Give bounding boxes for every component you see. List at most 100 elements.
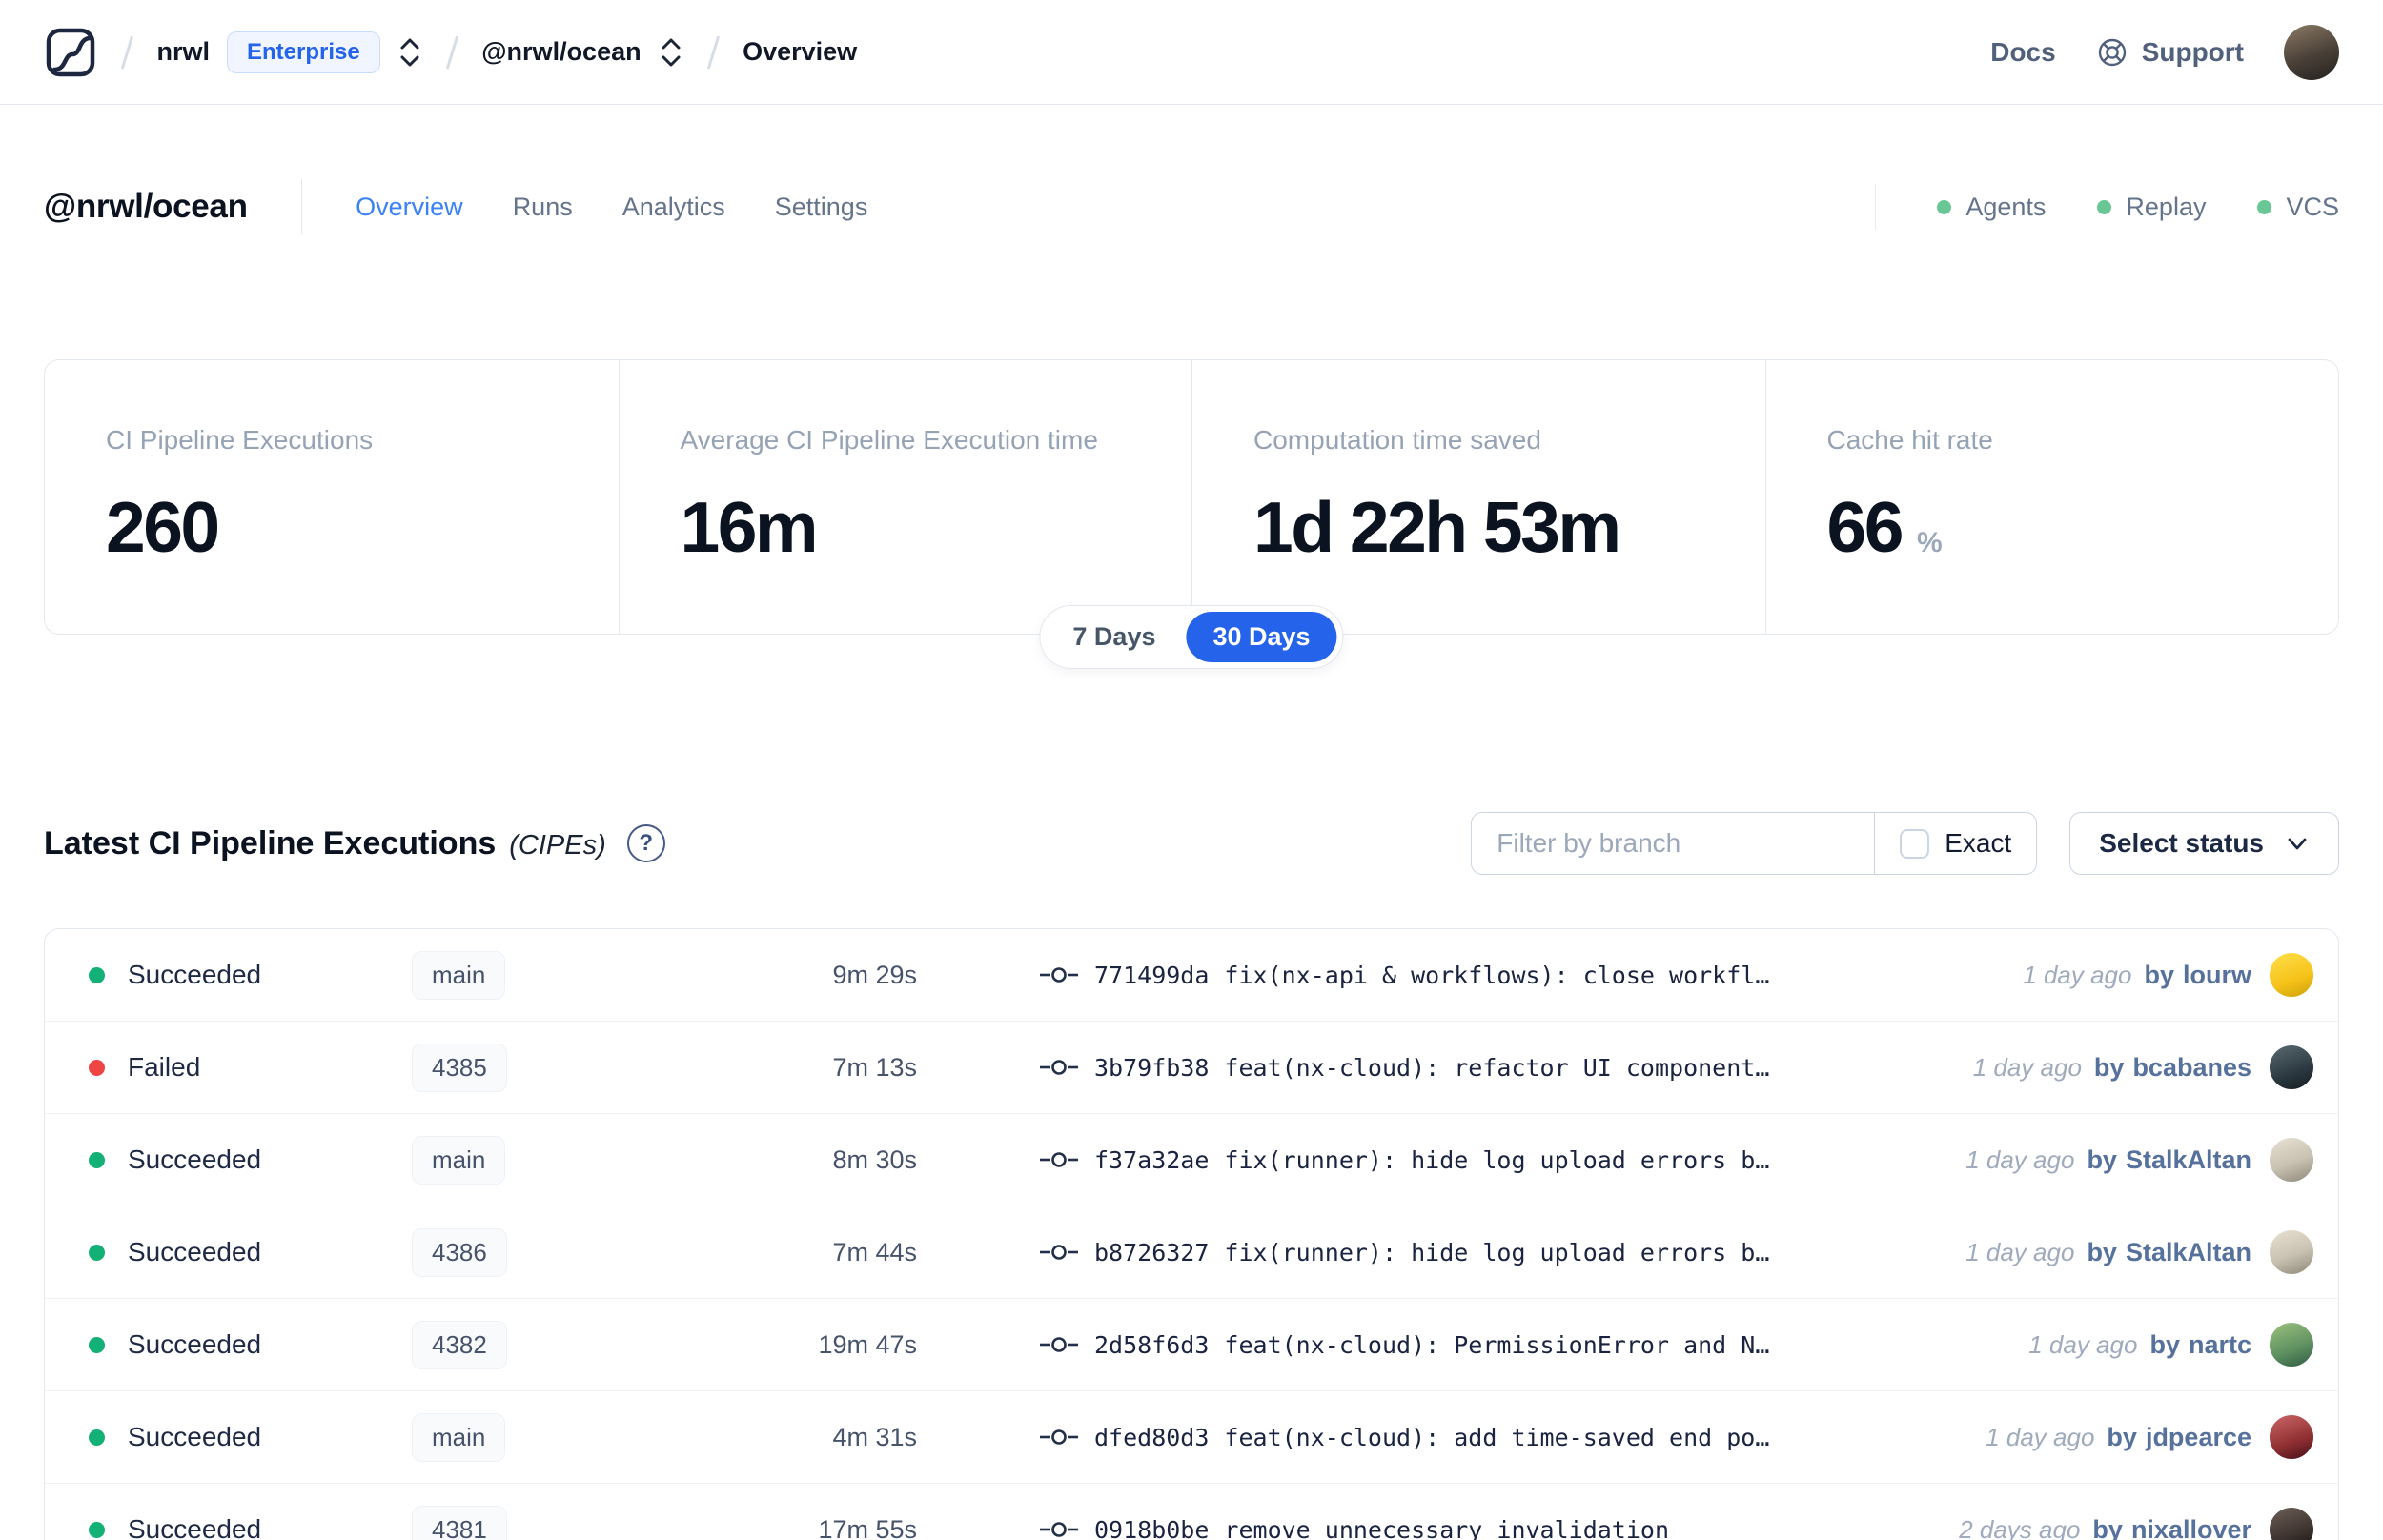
stats-cards: CI Pipeline Executions 260 Average CI Pi…: [44, 359, 2339, 669]
feature-vcs[interactable]: VCS: [2257, 192, 2339, 222]
tab-settings[interactable]: Settings: [775, 192, 868, 222]
status-dot-icon: [89, 1429, 105, 1446]
git-commit-icon: [1039, 1242, 1079, 1263]
range-7-days-button[interactable]: 7 Days: [1046, 612, 1182, 662]
author-avatar: [2270, 1323, 2313, 1367]
table-row[interactable]: Succeeded 4386 7m 44s b8726327 fix(runne…: [45, 1206, 2338, 1299]
exact-checkbox[interactable]: [1900, 828, 1930, 859]
commit-time: 2 days ago: [1959, 1514, 2081, 1540]
commit-message: feat(nx-cloud): add time-saved end po…: [1224, 1423, 1770, 1451]
tab-runs[interactable]: Runs: [513, 192, 573, 222]
by-label: by: [2144, 960, 2174, 989]
feature-agents[interactable]: Agents: [1937, 192, 2046, 222]
date-range-toggle: 7 Days 30 Days: [1039, 605, 1344, 669]
table-row[interactable]: Succeeded main 4m 31s dfed80d3 feat(nx-c…: [45, 1391, 2338, 1484]
status-select-label: Select status: [2099, 828, 2264, 858]
stat-label: Average CI Pipeline Execution time: [680, 425, 1098, 455]
status-dot-icon: [89, 1521, 105, 1538]
org-selector[interactable]: nrwl Enterprise: [157, 30, 422, 73]
stat-card-ci-pipeline-executions: CI Pipeline Executions 260: [45, 360, 619, 634]
status-dot-icon: [1937, 199, 1952, 214]
author-avatar: [2270, 1138, 2313, 1182]
nx-cloud-logo-icon[interactable]: [44, 26, 97, 79]
lifebuoy-icon: [2096, 36, 2128, 69]
branch-badge: 4386: [412, 1227, 507, 1277]
feature-vcs-label: VCS: [2286, 192, 2339, 221]
status-label: Failed: [128, 1052, 201, 1082]
table-row[interactable]: Succeeded main 9m 29s 771499da fix(nx-ap…: [45, 929, 2338, 1022]
enterprise-badge: Enterprise: [227, 30, 380, 73]
breadcrumb: nrwl Enterprise @nrwl/ocean Overview: [44, 26, 857, 79]
branch-filter-input[interactable]: [1472, 813, 1875, 874]
range-30-days-button[interactable]: 30 Days: [1186, 612, 1337, 662]
chevron-updown-icon[interactable]: [659, 36, 683, 69]
duration: 19m 47s: [818, 1329, 917, 1359]
author-avatar: [2270, 1045, 2313, 1089]
commit-message: fix(runner): hide log upload errors b…: [1224, 1145, 1770, 1174]
branch-filter-group: Exact: [1471, 812, 2038, 875]
workspace-header: @nrwl/ocean Overview Runs Analytics Sett…: [0, 179, 2383, 234]
section-title-group: Latest CI Pipeline Executions (CIPEs): [44, 825, 606, 862]
author-avatar: [2270, 953, 2313, 997]
branch-badge: main: [412, 1412, 506, 1462]
help-icon[interactable]: ?: [626, 824, 665, 862]
stat-card-cache-hit-rate: Cache hit rate 66 %: [1764, 360, 2339, 634]
breadcrumb-page: Overview: [743, 37, 858, 66]
divider: [300, 179, 303, 234]
cipe-filters: Exact Select status: [1471, 812, 2339, 875]
by-label: by: [2087, 1237, 2117, 1266]
breadcrumb-slash-icon: [445, 34, 458, 70]
git-commit-icon: [1039, 964, 1079, 985]
breadcrumb-slash-icon: [706, 34, 720, 70]
commit-time: 1 day ago: [1986, 1422, 2095, 1451]
git-commit-icon: [1039, 1057, 1079, 1078]
commit-time: 1 day ago: [1965, 1237, 2075, 1266]
tab-overview[interactable]: Overview: [356, 192, 463, 222]
user-avatar[interactable]: [2284, 24, 2339, 80]
status-select-button[interactable]: Select status: [2069, 812, 2339, 875]
commit-message: feat(nx-cloud): PermissionError and N…: [1224, 1330, 1770, 1359]
table-row[interactable]: Succeeded 4381 17m 55s 0918b0be remove u…: [45, 1484, 2338, 1540]
page-title: @nrwl/ocean: [44, 188, 248, 225]
branch-badge: 4381: [412, 1505, 507, 1540]
support-link[interactable]: Support: [2096, 36, 2244, 69]
commit-time: 1 day ago: [2028, 1329, 2138, 1359]
commit-message: feat(nx-cloud): refactor UI component…: [1224, 1053, 1770, 1082]
status-label: Succeeded: [128, 1145, 262, 1174]
tab-analytics[interactable]: Analytics: [622, 192, 725, 222]
status-label: Succeeded: [128, 1422, 262, 1451]
feature-replay[interactable]: Replay: [2097, 192, 2206, 222]
workspace-selector[interactable]: @nrwl/ocean: [481, 36, 682, 69]
status-label: Succeeded: [128, 1237, 262, 1266]
commit-hash: b8726327: [1094, 1238, 1210, 1266]
table-row[interactable]: Failed 4385 7m 13s 3b79fb38 feat(nx-clou…: [45, 1022, 2338, 1114]
by-label: by: [2107, 1422, 2137, 1451]
commit-hash: 2d58f6d3: [1094, 1330, 1210, 1359]
commit-author: StalkAltan: [2125, 1145, 2251, 1174]
cipe-table: Succeeded main 9m 29s 771499da fix(nx-ap…: [44, 928, 2339, 1540]
stat-label: Cache hit rate: [1826, 425, 1993, 455]
chevron-updown-icon[interactable]: [397, 36, 422, 69]
commit-author: bcabanes: [2132, 1052, 2251, 1082]
by-label: by: [2092, 1514, 2123, 1540]
git-commit-icon: [1039, 1519, 1079, 1540]
docs-link[interactable]: Docs: [1990, 37, 2055, 68]
by-label: by: [2149, 1329, 2180, 1359]
table-row[interactable]: Succeeded main 8m 30s f37a32ae fix(runne…: [45, 1114, 2338, 1206]
stat-value: 1d 22h 53m: [1253, 487, 1621, 567]
by-label: by: [2087, 1145, 2117, 1174]
author-avatar: [2270, 1415, 2313, 1459]
git-commit-icon: [1039, 1427, 1079, 1448]
status-dot-icon: [89, 966, 105, 983]
duration: 8m 30s: [832, 1145, 917, 1174]
git-commit-icon: [1039, 1334, 1079, 1355]
stat-value-suffix: %: [1916, 527, 1943, 558]
commit-time: 1 day ago: [1965, 1145, 2075, 1174]
commit-author: StalkAltan: [2125, 1237, 2251, 1266]
commit-hash: dfed80d3: [1094, 1423, 1210, 1451]
commit-author: nixallover: [2130, 1514, 2251, 1540]
table-row[interactable]: Succeeded 4382 19m 47s 2d58f6d3 feat(nx-…: [45, 1299, 2338, 1391]
workspace-tabs: Overview Runs Analytics Settings: [356, 192, 867, 222]
section-title-suffix: (CIPEs): [509, 829, 606, 861]
stat-card-average-execution-time: Average CI Pipeline Execution time 16m: [618, 360, 1192, 634]
